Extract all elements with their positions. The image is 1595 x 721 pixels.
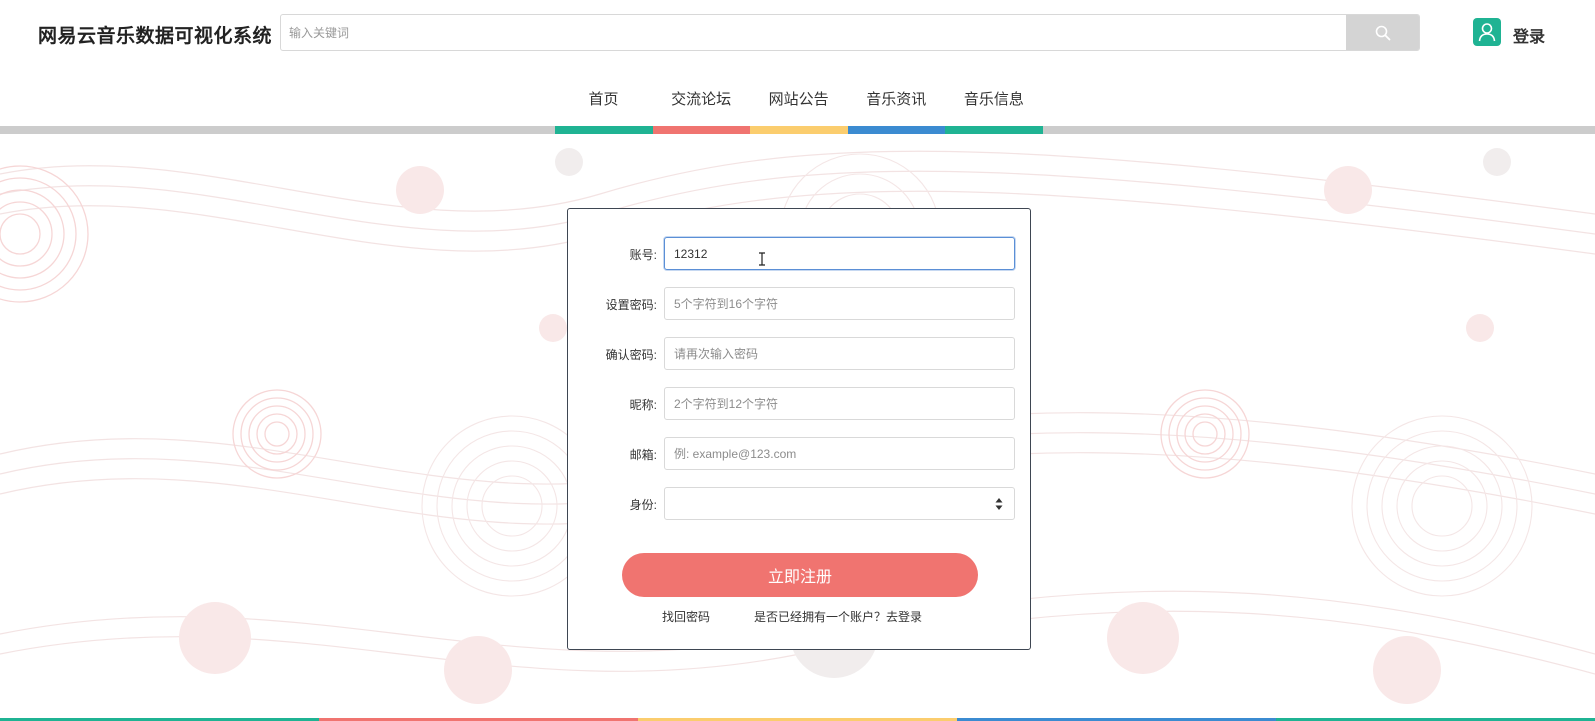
site-title: 网易云音乐数据可视化系统 bbox=[38, 26, 273, 47]
nav-item-announcements[interactable]: 网站公告 bbox=[750, 88, 847, 109]
nav-seg-announcements bbox=[750, 126, 848, 134]
nav-item-forum[interactable]: 交流论坛 bbox=[653, 88, 750, 109]
role-label: 身份: bbox=[629, 498, 657, 512]
nav-seg-home bbox=[555, 126, 653, 134]
email-input[interactable] bbox=[664, 437, 1015, 470]
nickname-input[interactable] bbox=[664, 387, 1015, 420]
password-label: 设置密码: bbox=[605, 298, 657, 312]
user-icon[interactable] bbox=[1473, 18, 1501, 46]
account-input[interactable] bbox=[664, 237, 1015, 270]
nav-item-music-news[interactable]: 音乐资讯 bbox=[848, 88, 945, 109]
go-login-link[interactable]: 是否已经拥有一个账户？去登录 bbox=[754, 608, 922, 625]
nav-color-bar bbox=[0, 126, 1595, 134]
nav-seg-music-news bbox=[847, 126, 946, 134]
nav-seg-forum bbox=[652, 126, 751, 134]
account-label: 账号: bbox=[629, 248, 657, 262]
login-link[interactable]: 登录 bbox=[1513, 23, 1545, 47]
nav-item-music-info[interactable]: 音乐信息 bbox=[945, 88, 1042, 109]
confirm-password-input[interactable] bbox=[664, 337, 1015, 370]
email-label: 邮箱: bbox=[629, 448, 657, 462]
role-select[interactable] bbox=[664, 487, 1015, 520]
search-icon bbox=[1375, 25, 1391, 41]
confirm-password-row: 确认密码: bbox=[568, 337, 1032, 370]
nav-item-home[interactable]: 首页 bbox=[555, 88, 652, 109]
search-button[interactable] bbox=[1346, 15, 1419, 50]
email-row: 邮箱: bbox=[568, 437, 1032, 470]
forgot-password-link[interactable]: 找回密码 bbox=[662, 608, 710, 625]
select-arrows-icon bbox=[995, 498, 1003, 510]
account-row: 账号: bbox=[568, 237, 1032, 270]
password-row: 设置密码: bbox=[568, 287, 1032, 320]
search-bar bbox=[280, 14, 1420, 51]
header: 网易云音乐数据可视化系统 登录 bbox=[0, 0, 1595, 66]
nav-seg-music-info bbox=[945, 126, 1043, 134]
nickname-label: 昵称: bbox=[629, 398, 657, 412]
register-form: 账号: 设置密码: 确认密码: 昵称: 邮箱: 身份: 立即注册 找回密码 是否… bbox=[567, 208, 1031, 650]
nickname-row: 昵称: bbox=[568, 387, 1032, 420]
role-row: 身份: bbox=[568, 487, 1032, 520]
confirm-password-label: 确认密码: bbox=[605, 348, 657, 362]
search-input[interactable] bbox=[281, 15, 1347, 50]
password-input[interactable] bbox=[664, 287, 1015, 320]
main-nav: 首页 交流论坛 网站公告 音乐资讯 音乐信息 bbox=[555, 84, 1043, 114]
text-cursor-icon bbox=[759, 252, 765, 266]
register-button[interactable]: 立即注册 bbox=[622, 553, 978, 597]
